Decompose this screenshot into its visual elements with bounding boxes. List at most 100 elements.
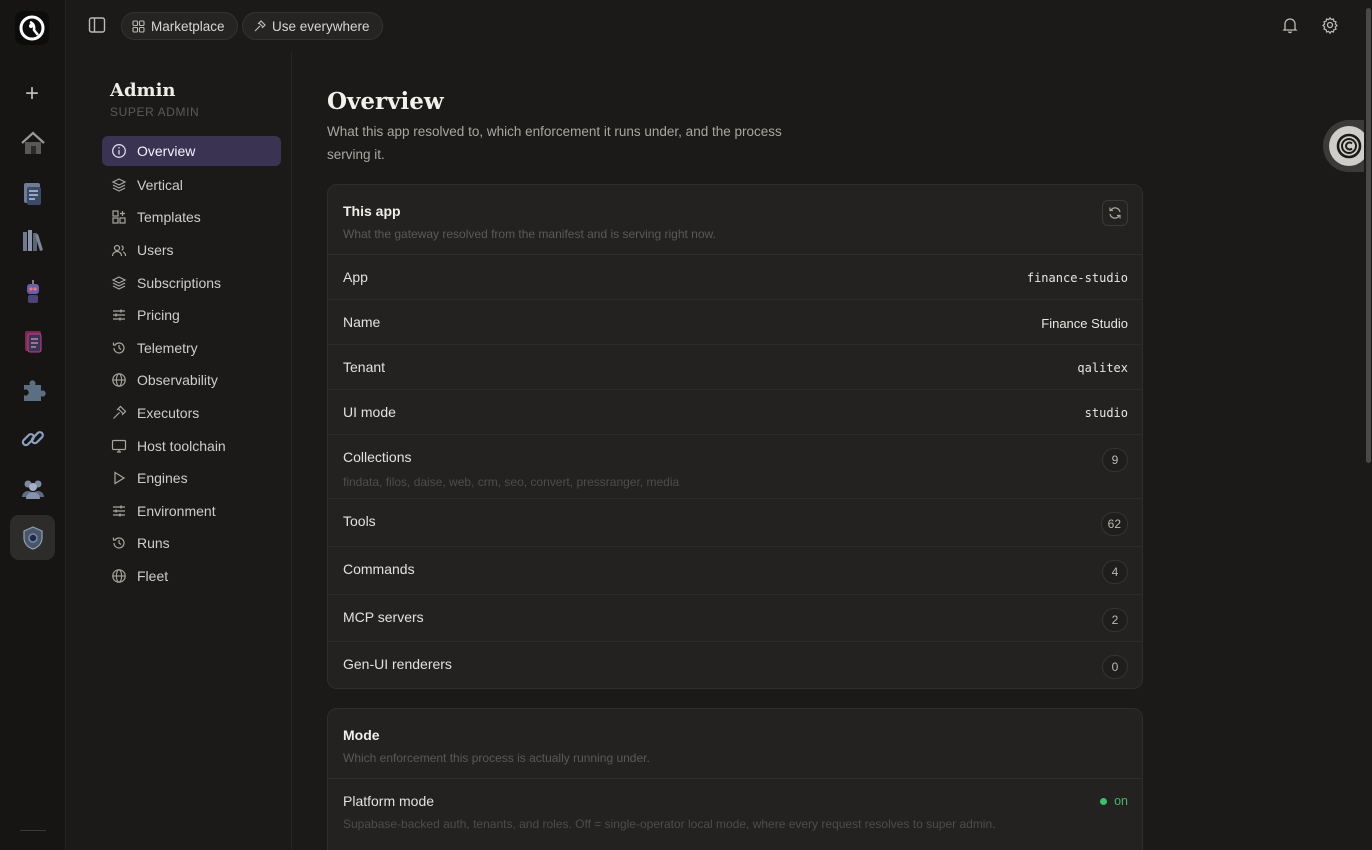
nav-label: Users <box>137 242 174 259</box>
count-badge: 62 <box>1100 512 1128 536</box>
row-label: UI mode <box>343 404 396 420</box>
card-subtitle: Which enforcement this process is actual… <box>343 751 650 765</box>
brand-logo[interactable] <box>15 11 49 45</box>
history-icon <box>112 537 125 549</box>
nav-item-executors[interactable]: Executors <box>102 397 281 430</box>
count-badge: 4 <box>1102 560 1128 584</box>
row-genui-renderers: Gen-UI renderers 0 <box>328 642 1142 688</box>
row-value: studio <box>1084 406 1128 420</box>
robot-icon[interactable] <box>10 268 55 313</box>
mode-card: Mode Which enforcement this process is a… <box>327 708 1143 850</box>
users-icon <box>111 244 127 257</box>
gear-icon[interactable] <box>1321 16 1339 35</box>
row-tools: Tools 62 <box>328 499 1142 547</box>
documents-icon[interactable] <box>10 170 55 215</box>
layers-icon <box>111 276 127 290</box>
play-icon <box>114 471 126 485</box>
row-label: Gen-UI renderers <box>343 656 452 672</box>
status-label: on <box>1114 794 1128 808</box>
copyright-icon <box>1329 126 1369 166</box>
report-icon[interactable] <box>10 318 55 363</box>
row-value: qalitex <box>1077 361 1128 375</box>
marketplace-button[interactable]: Marketplace <box>121 12 238 40</box>
row-hint: Supabase-backed auth, tenants, and roles… <box>343 817 996 831</box>
nav-item-observability[interactable]: Observability <box>102 364 281 397</box>
page-title: Overview <box>327 88 444 115</box>
grid-icon <box>132 19 145 33</box>
use-everywhere-button[interactable]: Use everywhere <box>242 12 383 40</box>
hammer-icon <box>254 19 266 31</box>
scrollbar-thumb[interactable] <box>1366 8 1371 463</box>
rail-divider <box>20 830 46 831</box>
new-chat-plus-icon[interactable]: + <box>20 82 44 106</box>
row-collections: Collections findata, filos, daise, web, … <box>328 435 1142 499</box>
row-label: Tools <box>343 513 376 529</box>
nav-label: Engines <box>137 470 188 487</box>
hammer-icon <box>113 405 127 419</box>
row-value: Finance Studio <box>1041 316 1128 331</box>
nav-label: Executors <box>137 405 200 422</box>
refresh-icon <box>1109 207 1121 219</box>
card-header: Mode Which enforcement this process is a… <box>328 709 1142 779</box>
admin-role: SUPER ADMIN <box>110 105 200 119</box>
nav-item-subscriptions[interactable]: Subscriptions <box>102 266 281 299</box>
nav-label: Telemetry <box>137 339 198 356</box>
monitor-icon <box>111 439 127 453</box>
nav-item-overview[interactable]: Overview <box>102 136 281 166</box>
nav-item-host-toolchain[interactable]: Host toolchain <box>102 429 281 462</box>
row-label: Commands <box>343 561 415 577</box>
nav-label: Environment <box>137 502 216 519</box>
nav-label: Observability <box>137 372 218 389</box>
count-badge: 0 <box>1102 655 1128 679</box>
people-icon[interactable] <box>10 465 55 510</box>
nav-label: Host toolchain <box>137 437 226 454</box>
use-everywhere-label: Use everywhere <box>272 18 370 34</box>
puzzle-icon[interactable] <box>10 367 55 412</box>
sidebar-toggle-icon[interactable] <box>88 16 106 34</box>
nav-item-vertical[interactable]: Vertical <box>102 169 281 202</box>
nav-label: Pricing <box>137 307 180 324</box>
marketplace-label: Marketplace <box>151 18 225 34</box>
nav-item-users[interactable]: Users <box>102 234 281 267</box>
home-icon[interactable] <box>10 120 55 165</box>
app-window: + Marketplace Use everywhere Admin SUPER… <box>0 0 1372 850</box>
row-name: Name Finance Studio <box>328 300 1142 345</box>
card-subtitle: What the gateway resolved from the manif… <box>343 227 716 241</box>
card-header: This app What the gateway resolved from … <box>328 185 1142 255</box>
shield-icon[interactable] <box>10 515 55 560</box>
nav-item-fleet[interactable]: Fleet <box>102 560 281 593</box>
link-icon[interactable] <box>10 416 55 461</box>
refresh-button[interactable] <box>1102 200 1128 226</box>
row-label: Name <box>343 314 381 330</box>
nav-item-pricing[interactable]: Pricing <box>102 299 281 332</box>
nav-label: Subscriptions <box>137 274 222 291</box>
globe-icon <box>112 373 126 388</box>
grid-plus-icon <box>112 210 126 225</box>
this-app-card: This app What the gateway resolved from … <box>327 184 1143 689</box>
card-title: This app <box>343 203 401 219</box>
row-platform-mode: Platform mode Supabase-backed auth, tena… <box>328 779 1142 849</box>
nav-item-telemetry[interactable]: Telemetry <box>102 332 281 365</box>
nav-label: Vertical <box>137 176 183 193</box>
row-ui-mode: UI mode studio <box>328 390 1142 435</box>
app-rail: + <box>0 0 66 850</box>
layers-icon <box>111 178 127 192</box>
count-badge: 9 <box>1102 448 1128 472</box>
nav-item-engines[interactable]: Engines <box>102 462 281 495</box>
admin-title: Admin <box>110 80 176 101</box>
history-icon <box>112 342 125 354</box>
page-description: What this app resolved to, which enforce… <box>327 124 782 162</box>
nav-item-templates[interactable]: Templates <box>102 201 281 234</box>
row-mcp-servers: MCP servers 2 <box>328 595 1142 642</box>
nav-item-runs[interactable]: Runs <box>102 527 281 560</box>
admin-sidebar: Admin SUPER ADMIN Overview Vertical Temp… <box>66 52 292 850</box>
sliders-icon <box>113 309 125 321</box>
count-badge: 2 <box>1102 608 1128 632</box>
library-icon[interactable] <box>10 218 55 263</box>
bell-icon[interactable] <box>1281 16 1299 34</box>
row-tenant: Tenant qalitex <box>328 345 1142 390</box>
globe-icon <box>112 569 126 583</box>
info-icon <box>112 144 126 158</box>
platform-status: on <box>1100 794 1128 808</box>
nav-item-environment[interactable]: Environment <box>102 495 281 528</box>
